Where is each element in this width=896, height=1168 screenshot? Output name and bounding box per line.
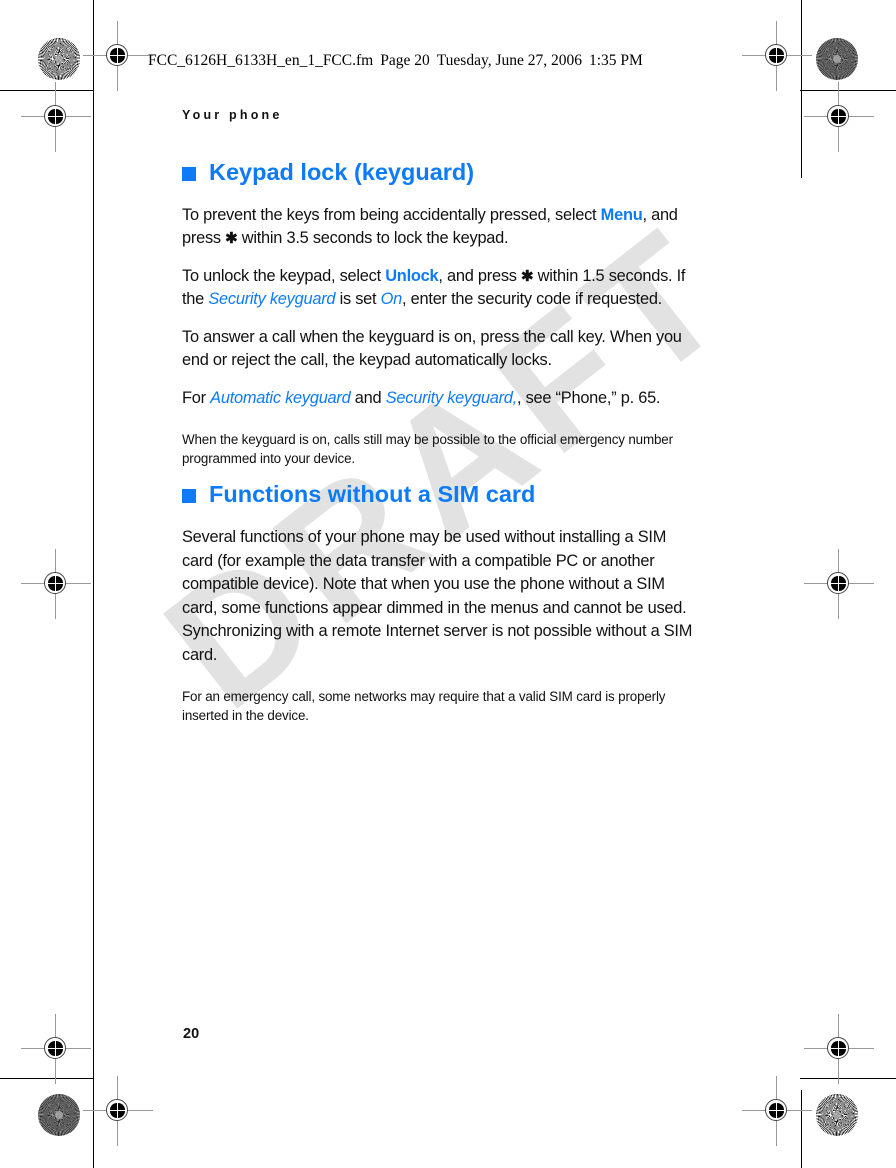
- running-header: Your phone: [182, 108, 283, 122]
- text-run: When the keyguard is on, calls still may…: [182, 432, 673, 467]
- asterisk-key-icon: ✱: [225, 230, 238, 248]
- section-heading-keypad-lock: Keypad lock (keyguard): [182, 159, 694, 186]
- text-run: , see “Phone,” p. 65.: [516, 388, 661, 407]
- crosshair-center: [831, 576, 846, 591]
- star-target-mark-bottom-left: [38, 1094, 80, 1136]
- registration-mark-top-left-outer: [21, 82, 91, 152]
- section-heading-functions-without-sim: Functions without a SIM card: [182, 481, 694, 508]
- registration-mark-bottom-left-inner: [83, 1076, 153, 1146]
- text-run: is set: [335, 290, 381, 309]
- crosshair-center: [48, 1041, 63, 1056]
- crosshair-center: [831, 109, 846, 124]
- text-run: To prevent the keys from being accidenta…: [182, 205, 601, 224]
- setting-name: Automatic keyguard: [210, 388, 351, 407]
- section-list: Keypad lock (keyguard) To prevent the key…: [182, 159, 694, 725]
- text-run: To unlock the keypad, select: [182, 266, 386, 285]
- body-paragraph: To unlock the keypad, select Unlock, and…: [182, 265, 694, 312]
- registration-mark-top-right-inner: [742, 21, 812, 91]
- file-header-date: Tuesday, June 27, 2006: [436, 52, 582, 69]
- square-bullet-icon: [182, 166, 196, 181]
- body-paragraph: To prevent the keys from being accidenta…: [182, 204, 694, 251]
- crosshair-center: [48, 576, 63, 591]
- page-number: 20: [183, 1026, 200, 1042]
- square-bullet-icon: [182, 489, 196, 504]
- note-paragraph: For an emergency call, some networks may…: [182, 687, 694, 725]
- registration-mark-bottom-right-outer: [804, 1014, 874, 1084]
- file-header-page: Page 20: [380, 52, 430, 69]
- text-run: For: [182, 388, 211, 407]
- crosshair-center: [831, 1041, 846, 1056]
- setting-name: Security keyguard: [208, 290, 336, 309]
- setting-name: On: [380, 290, 403, 309]
- file-header-line: FCC_6126H_6133H_en_1_FCC.fm Page 20 Tuesda…: [148, 52, 643, 70]
- star-target-mark-bottom-right: [816, 1094, 858, 1136]
- text-run: and: [350, 388, 386, 407]
- setting-name: Security keyguard,: [385, 388, 518, 407]
- crosshair-center: [48, 109, 63, 124]
- page-content: Your phone Keypad lock (keyguard) To prev…: [182, 108, 694, 739]
- note-paragraph: When the keyguard is on, calls still may…: [182, 430, 694, 468]
- text-run: Several functions of your phone may be u…: [182, 528, 693, 664]
- text-run: To answer a call when the keyguard is on…: [182, 327, 682, 370]
- star-target-mark-top-left: [38, 38, 80, 80]
- registration-mark-top-right-outer: [804, 82, 874, 152]
- file-header-filename: FCC_6126H_6133H_en_1_FCC.fm: [148, 52, 374, 69]
- body-paragraph: To answer a call when the keyguard is on…: [182, 326, 694, 373]
- crosshair-center: [110, 48, 125, 63]
- registration-mark-top-left-inner: [83, 21, 153, 91]
- trim-line-left: [93, 178, 94, 1090]
- section-heading-label: Functions without a SIM card: [209, 481, 536, 508]
- crosshair-center: [769, 1103, 784, 1118]
- registration-mark-middle-right: [804, 549, 874, 619]
- registration-mark-middle-left: [21, 549, 91, 619]
- section-heading-label: Keypad lock (keyguard): [209, 159, 475, 185]
- asterisk-key-icon: ✱: [521, 267, 534, 285]
- file-header-time: 1:35 PM: [588, 52, 643, 69]
- body-paragraph: For Automatic keyguard and Security keyg…: [182, 387, 694, 411]
- star-target-mark-top-right: [816, 38, 858, 80]
- text-run: , and press: [438, 266, 522, 285]
- text-run: , enter the security code if requested.: [402, 290, 662, 309]
- ui-term: Unlock: [385, 266, 439, 285]
- body-paragraph: Several functions of your phone may be u…: [182, 526, 694, 667]
- text-run: within 3.5 seconds to lock the keypad.: [237, 229, 509, 248]
- document-page: DRAFT FCC_6126H_6133H_en_1_FCC.fm Page 20…: [0, 0, 896, 1168]
- crosshair-center: [769, 48, 784, 63]
- ui-term: Menu: [600, 205, 643, 224]
- registration-mark-bottom-right-inner: [742, 1076, 812, 1146]
- registration-mark-bottom-left-outer: [21, 1014, 91, 1084]
- crosshair-center: [110, 1103, 125, 1118]
- text-run: For an emergency call, some networks may…: [182, 689, 666, 724]
